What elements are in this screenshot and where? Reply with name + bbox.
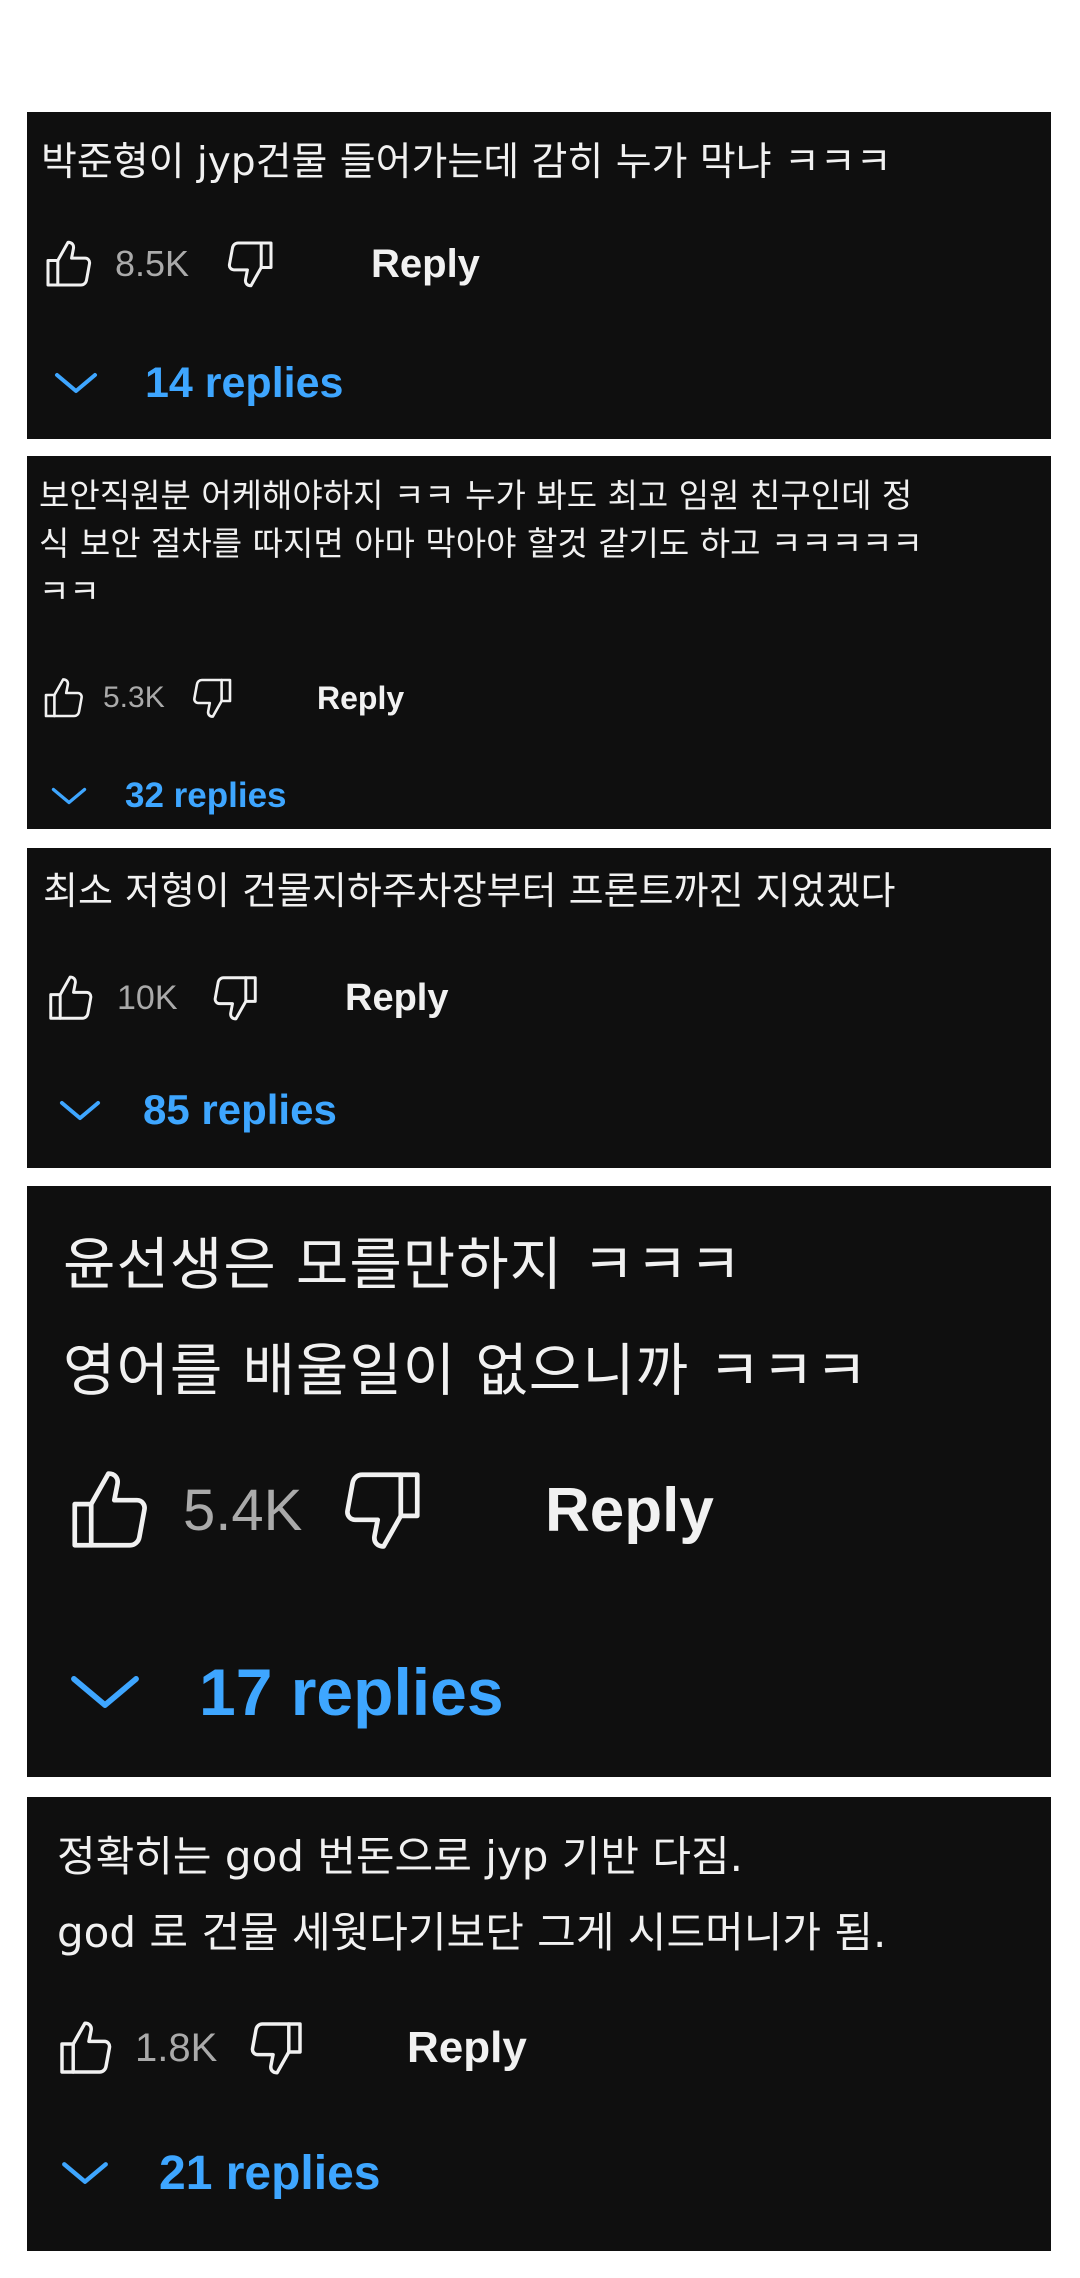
- thumb-down-icon[interactable]: [218, 233, 282, 295]
- comment-actions: 10K Reply: [41, 969, 448, 1027]
- thumb-down-icon[interactable]: [205, 969, 265, 1027]
- comment-card: 보안직원분 어케해야하지 ㅋㅋ 누가 봐도 최고 임원 친구인데 정 식 보안 …: [27, 456, 1051, 829]
- view-replies-button[interactable]: 32 replies: [49, 774, 287, 818]
- comment-card: 박준형이 jyp건물 들어가는데 감히 누가 막냐 ㅋㅋㅋ 8.5K Reply…: [27, 112, 1051, 439]
- thumb-up-icon[interactable]: [37, 672, 91, 724]
- replies-count[interactable]: 32 replies: [125, 776, 287, 816]
- like-count: 8.5K: [115, 243, 190, 284]
- like-count: 1.8K: [135, 2025, 218, 2070]
- thumb-up-icon[interactable]: [51, 2014, 121, 2082]
- view-replies-button[interactable]: 21 replies: [59, 2144, 380, 2202]
- comment-card: 정확히는 god 번돈으로 jyp 기반 다짐. god 로 건물 세웟다기보단…: [27, 1797, 1051, 2251]
- reply-button[interactable]: Reply: [345, 977, 448, 1020]
- replies-count[interactable]: 17 replies: [199, 1654, 504, 1730]
- thumb-up-icon[interactable]: [37, 233, 101, 295]
- comment-actions: 8.5K Reply: [37, 233, 480, 295]
- comment-text: 보안직원분 어케해야하지 ㅋㅋ 누가 봐도 최고 임원 친구인데 정 식 보안 …: [39, 476, 923, 611]
- thumb-up-icon[interactable]: [59, 1460, 161, 1560]
- reply-button[interactable]: Reply: [317, 680, 404, 717]
- chevron-down-icon: [59, 2154, 111, 2192]
- chevron-down-icon: [49, 781, 89, 811]
- comment-text: 윤선생은 모를만하지 ㅋㅋㅋ 영어를 배울일이 없으니까 ㅋㅋㅋ: [63, 1232, 869, 1404]
- view-replies-button[interactable]: 85 replies: [57, 1084, 337, 1136]
- comment-card: 윤선생은 모를만하지 ㅋㅋㅋ 영어를 배울일이 없으니까 ㅋㅋㅋ 5.4K Re…: [27, 1186, 1051, 1777]
- thumb-down-icon[interactable]: [185, 672, 239, 724]
- like-count: 5.4K: [183, 1477, 303, 1543]
- view-replies-button[interactable]: 17 replies: [67, 1652, 504, 1732]
- replies-count[interactable]: 14 replies: [145, 359, 343, 408]
- view-replies-button[interactable]: 14 replies: [52, 355, 343, 411]
- like-count: 10K: [117, 978, 178, 1017]
- comment-actions: 1.8K Reply: [51, 2014, 527, 2082]
- thumb-up-icon[interactable]: [41, 969, 101, 1027]
- chevron-down-icon: [67, 1664, 143, 1720]
- comment-text: 정확히는 god 번돈으로 jyp 기반 다짐. god 로 건물 세웟다기보단…: [57, 1832, 887, 1957]
- comment-actions: 5.4K Reply: [59, 1460, 714, 1560]
- like-count: 5.3K: [103, 681, 165, 714]
- comment-actions: 5.3K Reply: [37, 672, 404, 724]
- comment-card: 최소 저형이 건물지하주차장부터 프론트까진 지었겠다 10K Reply 85…: [27, 848, 1051, 1168]
- replies-count[interactable]: 21 replies: [159, 2146, 380, 2201]
- reply-button[interactable]: Reply: [545, 1475, 714, 1546]
- comment-text: 박준형이 jyp건물 들어가는데 감히 누가 막냐 ㅋㅋㅋ: [41, 140, 892, 185]
- comment-text: 최소 저형이 건물지하주차장부터 프론트까진 지었겠다: [43, 869, 896, 913]
- thumb-down-icon[interactable]: [241, 2014, 311, 2082]
- chevron-down-icon: [57, 1093, 103, 1127]
- chevron-down-icon: [52, 365, 100, 401]
- reply-button[interactable]: Reply: [407, 2023, 527, 2073]
- thumb-down-icon[interactable]: [331, 1460, 433, 1560]
- replies-count[interactable]: 85 replies: [143, 1086, 337, 1134]
- reply-button[interactable]: Reply: [371, 242, 480, 287]
